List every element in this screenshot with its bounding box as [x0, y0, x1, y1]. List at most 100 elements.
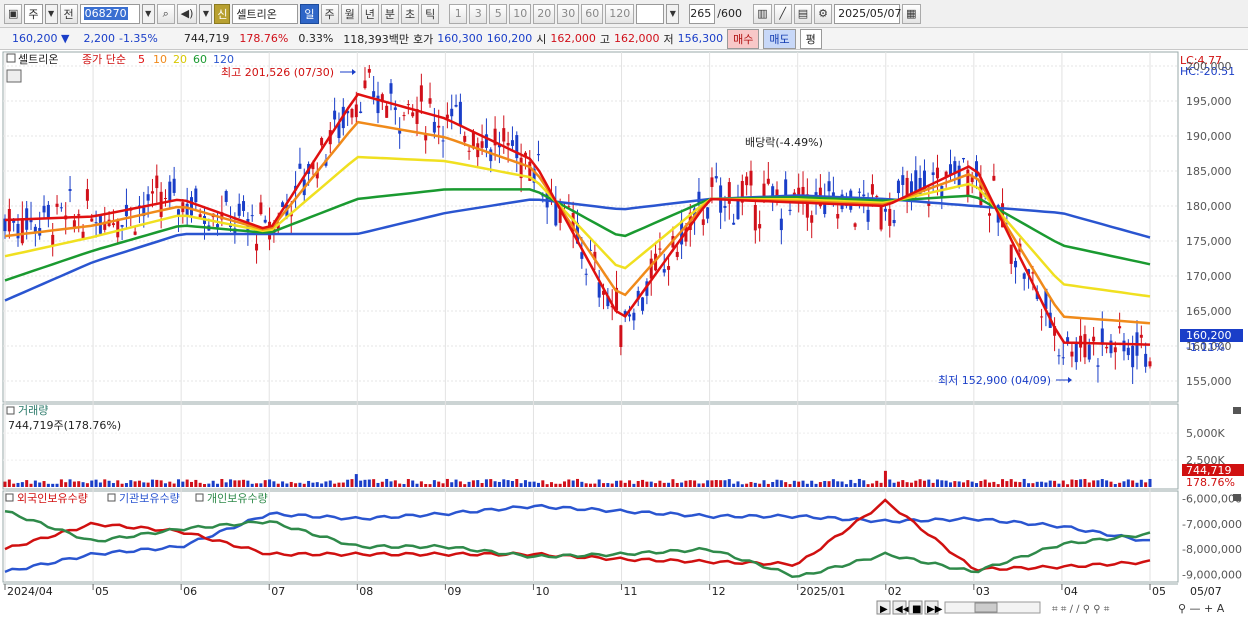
stock-code-input[interactable]: 068270	[79, 3, 140, 24]
candle-body	[875, 196, 879, 198]
volume-close-icon[interactable]	[1233, 407, 1241, 414]
custom-interval-input[interactable]	[636, 3, 665, 24]
prev-button[interactable]: 전	[59, 3, 78, 24]
volume-bar	[42, 481, 46, 487]
candle-body	[931, 172, 935, 176]
stock-label: 셀트리온	[18, 53, 58, 66]
speaker-dropdown-icon[interactable]: ▼	[199, 3, 213, 24]
scrollbar-thumb[interactable]	[974, 602, 998, 613]
interval-1[interactable]: 1	[449, 3, 468, 24]
candle-body	[116, 219, 120, 238]
candle-body	[424, 134, 428, 141]
chart-type-icon[interactable]: ▥	[753, 3, 772, 24]
code-dropdown-icon[interactable]: ▼	[141, 3, 155, 24]
gear-icon[interactable]: ⚙	[814, 3, 833, 24]
speaker-icon[interactable]: ◀)	[176, 3, 198, 24]
volume-bar	[402, 484, 406, 487]
calendar-icon[interactable]: ▦	[902, 3, 921, 24]
interval-60[interactable]: 60	[581, 3, 604, 24]
candle-body	[1118, 326, 1122, 329]
candle-body	[155, 175, 159, 189]
ask-price: 160,300	[437, 32, 483, 45]
high-price: 162,000	[614, 32, 660, 45]
volume-bar	[580, 481, 584, 487]
search-icon[interactable]: ⌕	[156, 3, 175, 24]
candle-body	[224, 191, 228, 202]
volume-tick-label: 5,000K	[1186, 427, 1225, 440]
right-date-label: 05/07	[1190, 585, 1222, 598]
volume-bar	[896, 481, 900, 487]
interval-30[interactable]: 30	[557, 3, 580, 24]
interval-3[interactable]: 3	[469, 3, 488, 24]
scroll-controls[interactable]: ▶ ◀◀ ■ ▶▶ ⌗ ⌗ ∕ ∕ ⚲ ⚲ ⌗ ⚲ — + A	[876, 600, 1225, 615]
volume-bar	[831, 479, 835, 487]
volume-bar	[51, 483, 55, 487]
volume-bar	[1148, 478, 1152, 487]
save-icon[interactable]: ▤	[793, 3, 813, 24]
legend-individual: 개인보유수량	[207, 492, 268, 505]
sell-button[interactable]: 매도	[763, 28, 796, 49]
draw-tool-icon[interactable]: ╱	[773, 3, 792, 24]
layout-icon[interactable]: ▣	[4, 3, 23, 24]
candle-body	[354, 104, 358, 118]
volume-bar	[602, 483, 606, 487]
candle-body	[836, 213, 840, 219]
market-select[interactable]: 주	[24, 3, 43, 24]
chevron-down-icon[interactable]: ▼	[44, 3, 58, 24]
tab-minute[interactable]: 분	[380, 3, 400, 24]
candle-body	[172, 178, 176, 193]
volume-bar	[1144, 482, 1148, 487]
volume-bar	[1083, 478, 1087, 487]
volume-bar	[367, 479, 371, 487]
interval-5[interactable]: 5	[489, 3, 508, 24]
x-tick-label: 10	[535, 585, 549, 598]
candle-body	[350, 108, 354, 118]
volume-bar	[181, 481, 185, 487]
tab-week[interactable]: 주	[320, 3, 339, 24]
volume-bar	[610, 483, 614, 487]
x-tick-label: 11	[624, 585, 638, 598]
data-table-icon[interactable]	[6, 69, 22, 83]
volume-bar	[328, 480, 332, 487]
candle-body	[163, 198, 167, 200]
volume-bar	[948, 482, 952, 487]
interval-120[interactable]: 120	[605, 3, 635, 24]
volume-bar	[649, 481, 653, 487]
volume-bar	[1109, 481, 1113, 487]
volume-bar	[1001, 479, 1005, 487]
volume-bar	[1022, 478, 1026, 487]
stock-chart[interactable]: 셀트리온 종가 단순 5 10 20 60 120 최고 201,526 (07…	[0, 50, 1248, 621]
tab-day[interactable]: 일	[300, 3, 319, 24]
tab-tick[interactable]: 틱	[421, 3, 440, 24]
tab-second[interactable]: 초	[401, 3, 420, 24]
candle-body	[333, 110, 337, 120]
volume-bar	[628, 480, 632, 487]
volume-bar	[532, 481, 536, 487]
volume-bar	[124, 483, 128, 487]
evaluate-button[interactable]: 평	[799, 28, 822, 49]
tab-month[interactable]: 월	[340, 3, 359, 24]
interval-dropdown-icon[interactable]: ▼	[666, 3, 680, 24]
volume-bar	[272, 481, 276, 487]
candle-body	[198, 214, 202, 218]
x-tick-label: 03	[976, 585, 990, 598]
candle-body	[111, 223, 115, 226]
credit-badge: 신	[214, 3, 231, 24]
interval-10[interactable]: 10	[509, 3, 532, 24]
tab-year[interactable]: 년	[360, 3, 379, 24]
candle-body	[1087, 344, 1091, 360]
price-change-pct: -1.35%	[118, 32, 158, 45]
buy-button[interactable]: 매수	[727, 28, 760, 49]
stock-name-field[interactable]: 셀트리온	[232, 3, 299, 24]
volume-bar	[1031, 483, 1035, 487]
low-label: 저	[663, 32, 674, 46]
interval-20[interactable]: 20	[533, 3, 556, 24]
volume-bar	[571, 480, 575, 487]
date-input[interactable]: 2025/05/07	[834, 3, 902, 24]
volume-bar	[172, 483, 176, 487]
candle-body	[454, 104, 458, 107]
candle-body	[901, 175, 905, 185]
volume-bar	[176, 479, 180, 487]
bar-count-input[interactable]: 265	[689, 3, 716, 24]
candle-body	[242, 201, 246, 211]
